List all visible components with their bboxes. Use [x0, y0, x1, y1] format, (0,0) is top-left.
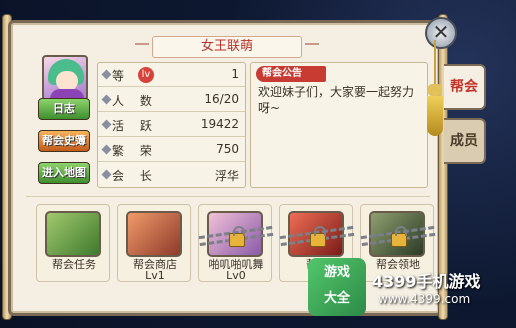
feature-name: 帮会任务	[52, 258, 96, 271]
notice-text: 欢迎妹子们，大家要一起努力呀~	[258, 85, 415, 115]
feature-guild-shop[interactable]: 帮会商店 Lv1	[117, 204, 191, 282]
activity-label: 活 跃	[112, 119, 158, 133]
info-row-level: 等 级 lv 1	[98, 63, 245, 87]
tassel-rope	[434, 40, 436, 88]
guild-name-title: 女王联萌	[135, 36, 319, 58]
members-value: 16/20	[204, 92, 239, 106]
watermark-logo-line1: 游戏	[323, 265, 350, 280]
watermark-logo-line2: 大全	[323, 291, 350, 306]
lock-icon	[310, 226, 326, 247]
guild-info-box: 等 级 lv 1 人 数 16/20 活 跃 19422 繁 荣 750 会 长…	[97, 62, 246, 188]
leader-label: 会 长	[112, 169, 158, 183]
lock-icon	[391, 226, 407, 247]
diamond-icon	[101, 144, 112, 155]
guild-history-button[interactable]: 帮会史簿	[38, 130, 90, 152]
diamond-icon	[101, 119, 112, 130]
tab-members[interactable]: 成员	[444, 118, 486, 164]
prosperity-label: 繁 荣	[112, 144, 158, 158]
avatar-face	[56, 71, 78, 91]
tassel-knot	[428, 84, 442, 96]
info-row-leader: 会 长 浮华	[98, 163, 245, 187]
activity-value: 19422	[200, 117, 239, 131]
notice-tag: 帮会公告	[256, 66, 326, 82]
diamond-icon	[101, 169, 112, 180]
shop-icon	[126, 211, 182, 257]
feature-dance[interactable]: 啪叽啪叽舞 Lv0	[198, 204, 274, 282]
tassel-fringe	[427, 96, 443, 136]
watermark-brand: 4399手机游戏	[372, 272, 481, 291]
lock-icon	[229, 226, 245, 247]
log-button[interactable]: 日志	[38, 98, 90, 120]
leader-value: 浮华	[214, 169, 239, 183]
quest-icon	[45, 211, 101, 257]
prosperity-value: 750	[216, 142, 239, 156]
watermark-url: www.4399.com	[378, 292, 471, 306]
diamond-icon	[101, 94, 112, 105]
enter-map-button[interactable]: 进入地图	[38, 162, 90, 184]
level-value: 1	[231, 67, 239, 81]
tassel-decoration	[425, 40, 445, 140]
info-row-prosperity: 繁 荣 750	[98, 138, 245, 162]
diamond-icon	[101, 69, 112, 80]
watermark-logo: 游戏 大全	[308, 258, 366, 316]
feature-level: Lv0	[226, 269, 246, 282]
watermark: 游戏 大全 4399手机游戏 www.4399.com	[308, 258, 512, 322]
tab-guild[interactable]: 帮会	[444, 64, 486, 110]
members-label: 人 数	[112, 94, 158, 108]
level-badge: lv	[138, 67, 154, 83]
info-row-members: 人 数 16/20	[98, 88, 245, 112]
guild-avatar	[42, 55, 88, 101]
info-row-activity: 活 跃 19422	[98, 113, 245, 137]
feature-guild-quest[interactable]: 帮会任务	[36, 204, 110, 282]
feature-level: Lv1	[145, 269, 165, 282]
